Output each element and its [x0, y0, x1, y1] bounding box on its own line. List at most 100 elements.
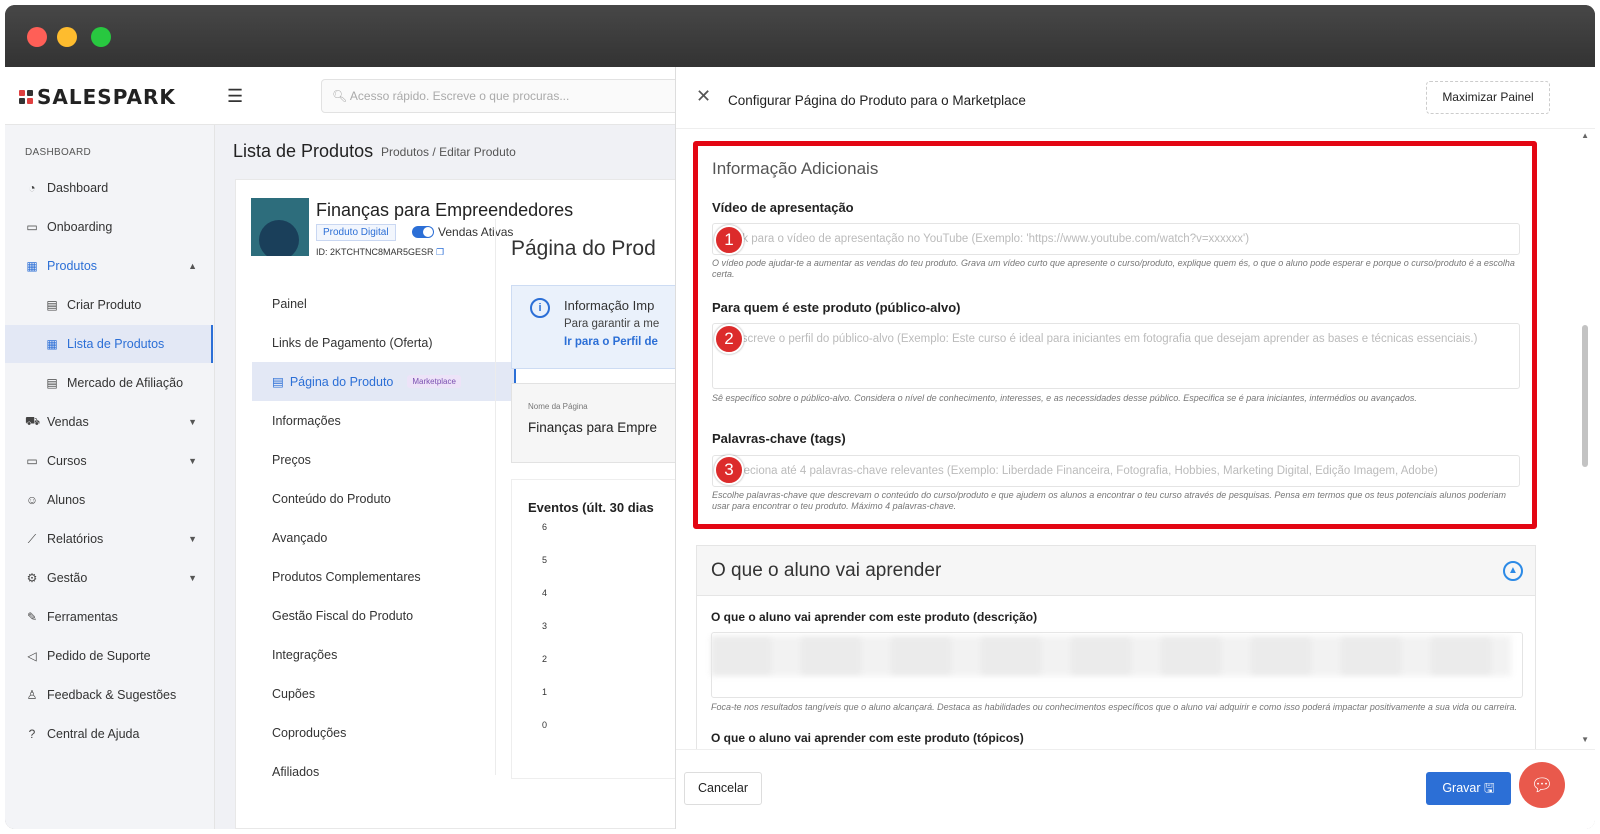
sidebar-item-label: Relatórios	[47, 532, 104, 546]
sidebar-item-relatorios[interactable]: ⟋ Relatórios ▼	[5, 520, 213, 558]
minimize-window-button[interactable]	[57, 27, 77, 47]
sales-active-toggle[interactable]	[412, 226, 434, 238]
product-nav-label: Integrações	[272, 647, 338, 662]
sidebar-item-alunos[interactable]: ☺ Alunos	[5, 481, 213, 519]
product-nav-label: Produtos Complementares	[272, 569, 421, 584]
y-tick: 4	[542, 588, 548, 598]
events-chart: Eventos (últ. 30 dias 6 5 4 3 2 1 0	[511, 479, 675, 779]
learn-section-title: O que o aluno vai aprender	[711, 560, 942, 581]
product-nav-painel[interactable]: Painel	[252, 284, 516, 323]
sidebar-item-central-de-ajuda[interactable]: ? Central de Ajuda	[5, 715, 213, 753]
menu-toggle-icon[interactable]: ☰	[227, 86, 243, 107]
product-nav-links-pagamento[interactable]: Links de Pagamento (Oferta)	[252, 323, 516, 362]
store-icon: ▤	[46, 376, 58, 390]
video-input[interactable]: Link para o vídeo de apresentação no You…	[712, 223, 1520, 255]
logo-mark-icon	[19, 90, 33, 104]
learn-section-header[interactable]: O que o aluno vai aprender ▲	[697, 546, 1535, 596]
cancel-button[interactable]: Cancelar	[684, 772, 762, 805]
sidebar-item-gestao[interactable]: ⚙ Gestão ▼	[5, 559, 213, 597]
product-nav: Painel Links de Pagamento (Oferta) ▤ Pági…	[252, 284, 516, 791]
close-icon[interactable]: ✕	[696, 86, 711, 107]
page-name-field[interactable]: Nome da Página Finanças para Empre	[511, 383, 675, 463]
grid-icon: ▦	[26, 259, 38, 273]
sidebar-item-mercado-de-afiliacao[interactable]: ▤ Mercado de Afiliação	[5, 364, 213, 402]
product-nav-label: Avançado	[272, 530, 328, 545]
sidebar-item-label: Ferramentas	[47, 610, 118, 624]
chat-icon[interactable]: 💬︎	[1519, 762, 1565, 808]
page-title: Lista de Produtos	[233, 141, 374, 161]
product-nav-label: Afiliados	[272, 764, 320, 779]
sidebar-item-lista-de-produtos[interactable]: ▦ Lista de Produtos	[5, 325, 213, 363]
info-alert: i Informação Imp Para garantir a me Ir p…	[511, 285, 675, 369]
product-nav-informacoes[interactable]: Informações	[252, 401, 516, 440]
product-nav-afiliados[interactable]: Afiliados	[252, 752, 516, 791]
info-title: Informação Imp	[564, 298, 655, 313]
product-nav-label: Conteúdo do Produto	[272, 491, 391, 506]
scrollbar[interactable]	[1582, 325, 1588, 467]
product-nav-conteudo[interactable]: Conteúdo do Produto	[252, 479, 516, 518]
sidebar-item-onboarding[interactable]: ▭ Onboarding	[5, 208, 213, 246]
product-name: Finanças para Empreendedores	[316, 200, 574, 220]
sidebar-item-label: Cursos	[47, 454, 87, 468]
product-nav-complementares[interactable]: Produtos Complementares	[252, 557, 516, 596]
learn-section: O que o aluno vai aprender ▲ O que o alu…	[696, 545, 1536, 749]
scroll-down-icon[interactable]: ▼	[1581, 735, 1589, 744]
sidebar-item-label: Alunos	[47, 493, 86, 507]
sidebar-item-criar-produto[interactable]: ▤ Criar Produto	[5, 286, 213, 324]
sidebar-item-vendas[interactable]: ⛟ Vendas ▼	[5, 403, 213, 441]
wrench-icon: ✎	[26, 610, 38, 624]
tags-placeholder: Seleciona até 4 palavras-chave relevante…	[727, 465, 1438, 477]
marker-1: 1	[714, 225, 744, 255]
sidebar-item-ferramentas[interactable]: ✎ Ferramentas	[5, 598, 213, 636]
main-area: Lista de Produtos Produtos / Editar Prod…	[215, 125, 675, 829]
info-link[interactable]: Ir para o Perfil de	[564, 336, 658, 348]
product-nav-cupoes[interactable]: Cupões	[252, 674, 516, 713]
product-nav-label: Links de Pagamento (Oferta)	[272, 335, 433, 350]
scroll-up-icon[interactable]: ▲	[1581, 131, 1589, 140]
save-button[interactable]: Gravar 🖫	[1426, 772, 1511, 805]
zoom-window-button[interactable]	[91, 27, 111, 47]
sidebar-item-dashboard[interactable]: ◔ Dashboard	[5, 169, 213, 207]
logo[interactable]: SALESPARK	[19, 85, 176, 109]
product-type-badge: Produto Digital	[316, 224, 396, 241]
sidebar-item-pedido-de-suporte[interactable]: ◁ Pedido de Suporte	[5, 637, 213, 675]
product-nav-precos[interactable]: Preços	[252, 440, 516, 479]
audience-textarea[interactable]: Descreve o perfil do público-alvo (Exemp…	[712, 323, 1520, 389]
product-nav-gestao-fiscal[interactable]: Gestão Fiscal do Produto	[252, 596, 516, 635]
product-nav-avancado[interactable]: Avançado	[252, 518, 516, 557]
users-icon: ☺	[25, 493, 39, 507]
marketplace-badge: Marketplace	[407, 375, 461, 388]
breadcrumb-separator: /	[432, 145, 436, 159]
sidebar-item-cursos[interactable]: ▭ Cursos ▼	[5, 442, 213, 480]
sidebar-item-feedback[interactable]: ♙ Feedback & Sugestões	[5, 676, 213, 714]
collapse-chevron-icon[interactable]: ▲	[1503, 561, 1523, 581]
product-nav-pagina-produto[interactable]: ▤ Página do Produto Marketplace	[252, 362, 516, 401]
video-placeholder: Link para o vídeo de apresentação no You…	[727, 233, 1250, 245]
panel-footer: Cancelar Gravar 🖫 💬︎	[676, 749, 1595, 829]
maximize-panel-button[interactable]: Maximizar Painel	[1426, 81, 1550, 114]
copy-icon[interactable]: ❐	[436, 247, 444, 257]
chevron-down-icon: ▼	[188, 534, 197, 544]
close-window-button[interactable]	[27, 27, 47, 47]
config-panel: ✕ Configurar Página do Produto para o Ma…	[675, 67, 1595, 829]
breadcrumb-produtos[interactable]: Produtos	[381, 145, 429, 159]
brand-name: SALESPARK	[37, 85, 176, 109]
chevron-down-icon: ▼	[188, 573, 197, 583]
product-nav-label: Coproduções	[272, 725, 347, 740]
product-nav-coproducoes[interactable]: Coproduções	[252, 713, 516, 752]
product-nav-integracoes[interactable]: Integrações	[252, 635, 516, 674]
sidebar: DASHBOARD ◔ Dashboard ▭ Onboarding ▦ Produt…	[5, 125, 215, 829]
chevron-down-icon: ▼	[188, 456, 197, 466]
blurred-text	[711, 636, 1511, 676]
panel-title: Configurar Página do Produto para o Mark…	[728, 93, 1026, 108]
search-input[interactable]: 🔍︎ Acesso rápido. Escreve o que procuras…	[321, 79, 675, 113]
video-help: O vídeo pode ajudar-te a aumentar as ven…	[712, 258, 1515, 279]
sidebar-item-produtos[interactable]: ▦ Produtos ▲	[5, 247, 213, 285]
product-nav-label: Página do Produto	[289, 374, 394, 389]
marker-3: 3	[714, 455, 744, 485]
tags-input[interactable]: Seleciona até 4 palavras-chave relevante…	[712, 455, 1520, 487]
top-bar: SALESPARK ☰ 🔍︎ Acesso rápido. Escreve o …	[5, 67, 675, 125]
sales-active-label: Vendas Ativas	[438, 225, 514, 239]
events-title: Eventos (últ. 30 dias	[528, 500, 654, 515]
content-heading: Página do Prod	[511, 237, 656, 260]
